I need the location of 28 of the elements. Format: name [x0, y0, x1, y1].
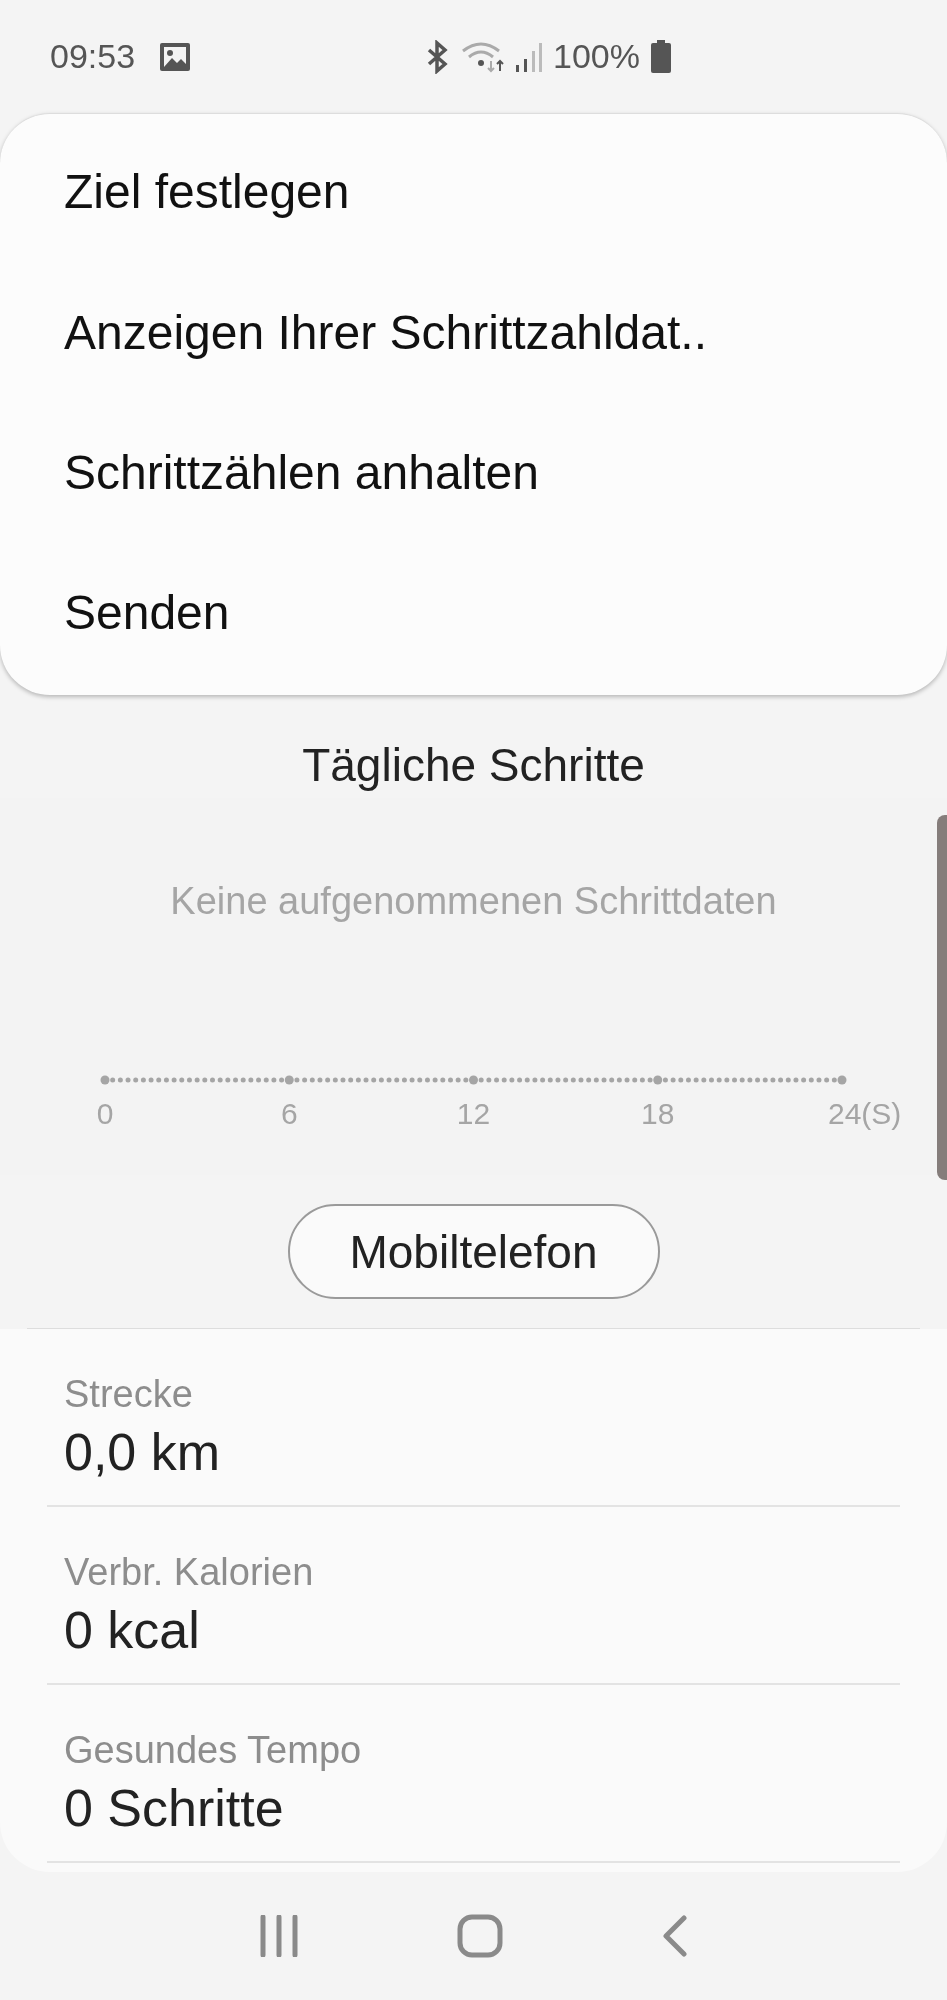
axis-label: 24(S) — [828, 1097, 902, 1131]
menu-item[interactable]: Schrittzählen anhalten — [0, 443, 947, 502]
stat-label: Strecke — [64, 1373, 194, 1416]
wifi-icon — [461, 40, 506, 73]
home-icon[interactable] — [457, 1914, 504, 1958]
stat-value: 0 kcal — [64, 1600, 201, 1660]
menu-item[interactable]: Senden — [0, 584, 947, 642]
menu-item[interactable]: Ziel festlegen — [0, 163, 947, 221]
image-icon — [159, 41, 192, 72]
battery-percentage: 100% — [553, 37, 640, 76]
stat-value: 0,0 km — [64, 1422, 222, 1482]
stat-label: Gesundes Tempo — [64, 1729, 363, 1772]
source-button[interactable]: Mobiltelefon — [287, 1204, 660, 1299]
battery-icon — [650, 39, 672, 74]
menu-item[interactable]: Anzeigen Ihrer Schrittzahldat.. — [0, 303, 947, 362]
section-title: Tägliche Schritte — [302, 738, 645, 793]
back-icon[interactable] — [661, 1915, 688, 1957]
scrollbar[interactable] — [937, 815, 947, 1180]
axis-label: 18 — [641, 1097, 675, 1131]
recent-apps-icon[interactable] — [259, 1915, 300, 1957]
axis-label: 0 — [96, 1097, 114, 1131]
signal-icon — [515, 40, 544, 73]
stat-value: 0 Schritte — [64, 1778, 285, 1838]
clock: 09:53 — [50, 37, 136, 76]
stat-label: Verbr. Kalorien — [64, 1551, 315, 1594]
axis-label: 6 — [280, 1097, 298, 1131]
axis-label: 12 — [456, 1097, 491, 1131]
empty-message: Keine aufgenommenen Schrittdaten — [170, 880, 777, 923]
